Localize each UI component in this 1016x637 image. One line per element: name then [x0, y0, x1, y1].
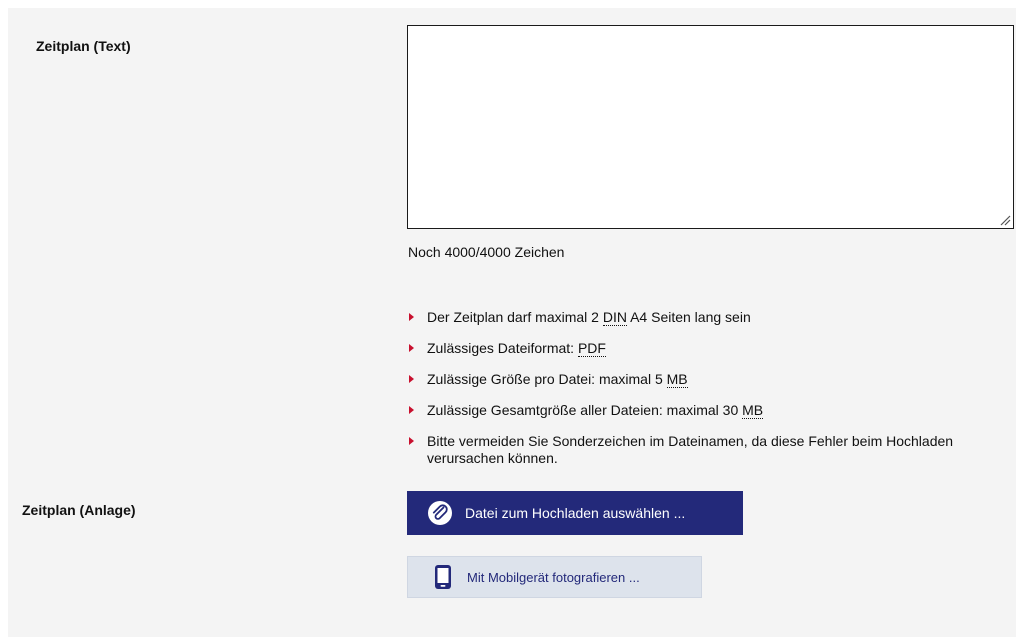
hint-abbreviation: MB	[742, 402, 764, 419]
hint-text: Zulässige Größe pro Datei: maximal 5	[427, 371, 667, 387]
smartphone-icon	[433, 563, 453, 591]
upload-hints-list: Der Zeitplan darf maximal 2 DIN A4 Seite…	[408, 309, 1008, 467]
hint-abbreviation: DIN	[602, 309, 627, 326]
triangle-right-icon	[409, 437, 414, 445]
resize-grip-icon[interactable]	[999, 214, 1011, 226]
upload-file-button-label: Datei zum Hochladen auswählen ...	[465, 505, 686, 521]
timeline-textarea[interactable]	[407, 25, 1014, 229]
mobile-photo-button[interactable]: Mit Mobilgerät fotografieren ...	[407, 556, 702, 598]
triangle-right-icon	[409, 313, 414, 321]
character-counter: Noch 4000/4000 Zeichen	[408, 244, 565, 260]
hint-item: Zulässige Gesamtgröße aller Dateien: max…	[408, 402, 1008, 419]
paperclip-icon	[427, 500, 453, 526]
attachment-label: Zeitplan (Anlage)	[22, 502, 136, 518]
triangle-right-icon	[409, 344, 414, 352]
hint-item: Zulässige Größe pro Datei: maximal 5 MB	[408, 371, 1008, 388]
triangle-right-icon	[409, 406, 414, 414]
hint-text: Zulässige Gesamtgröße aller Dateien: max…	[427, 402, 743, 418]
hint-text: Bitte vermeiden Sie Sonderzeichen im Dat…	[427, 433, 954, 466]
hint-item: Der Zeitplan darf maximal 2 DIN A4 Seite…	[408, 309, 1008, 326]
hint-abbreviation: MB	[666, 371, 688, 388]
text-field-label: Zeitplan (Text)	[36, 38, 131, 54]
hint-abbreviation: PDF	[577, 340, 606, 357]
upload-file-button[interactable]: Datei zum Hochladen auswählen ...	[407, 491, 743, 535]
hint-text: Der Zeitplan darf maximal 2	[427, 309, 603, 325]
hint-text: A4 Seiten lang sein	[626, 309, 751, 325]
triangle-right-icon	[409, 375, 414, 383]
hint-item: Zulässiges Dateiformat: PDF	[408, 340, 1008, 357]
mobile-photo-button-label: Mit Mobilgerät fotografieren ...	[467, 569, 640, 585]
hint-text: Zulässiges Dateiformat:	[427, 340, 578, 356]
hint-item: Bitte vermeiden Sie Sonderzeichen im Dat…	[408, 433, 1008, 467]
